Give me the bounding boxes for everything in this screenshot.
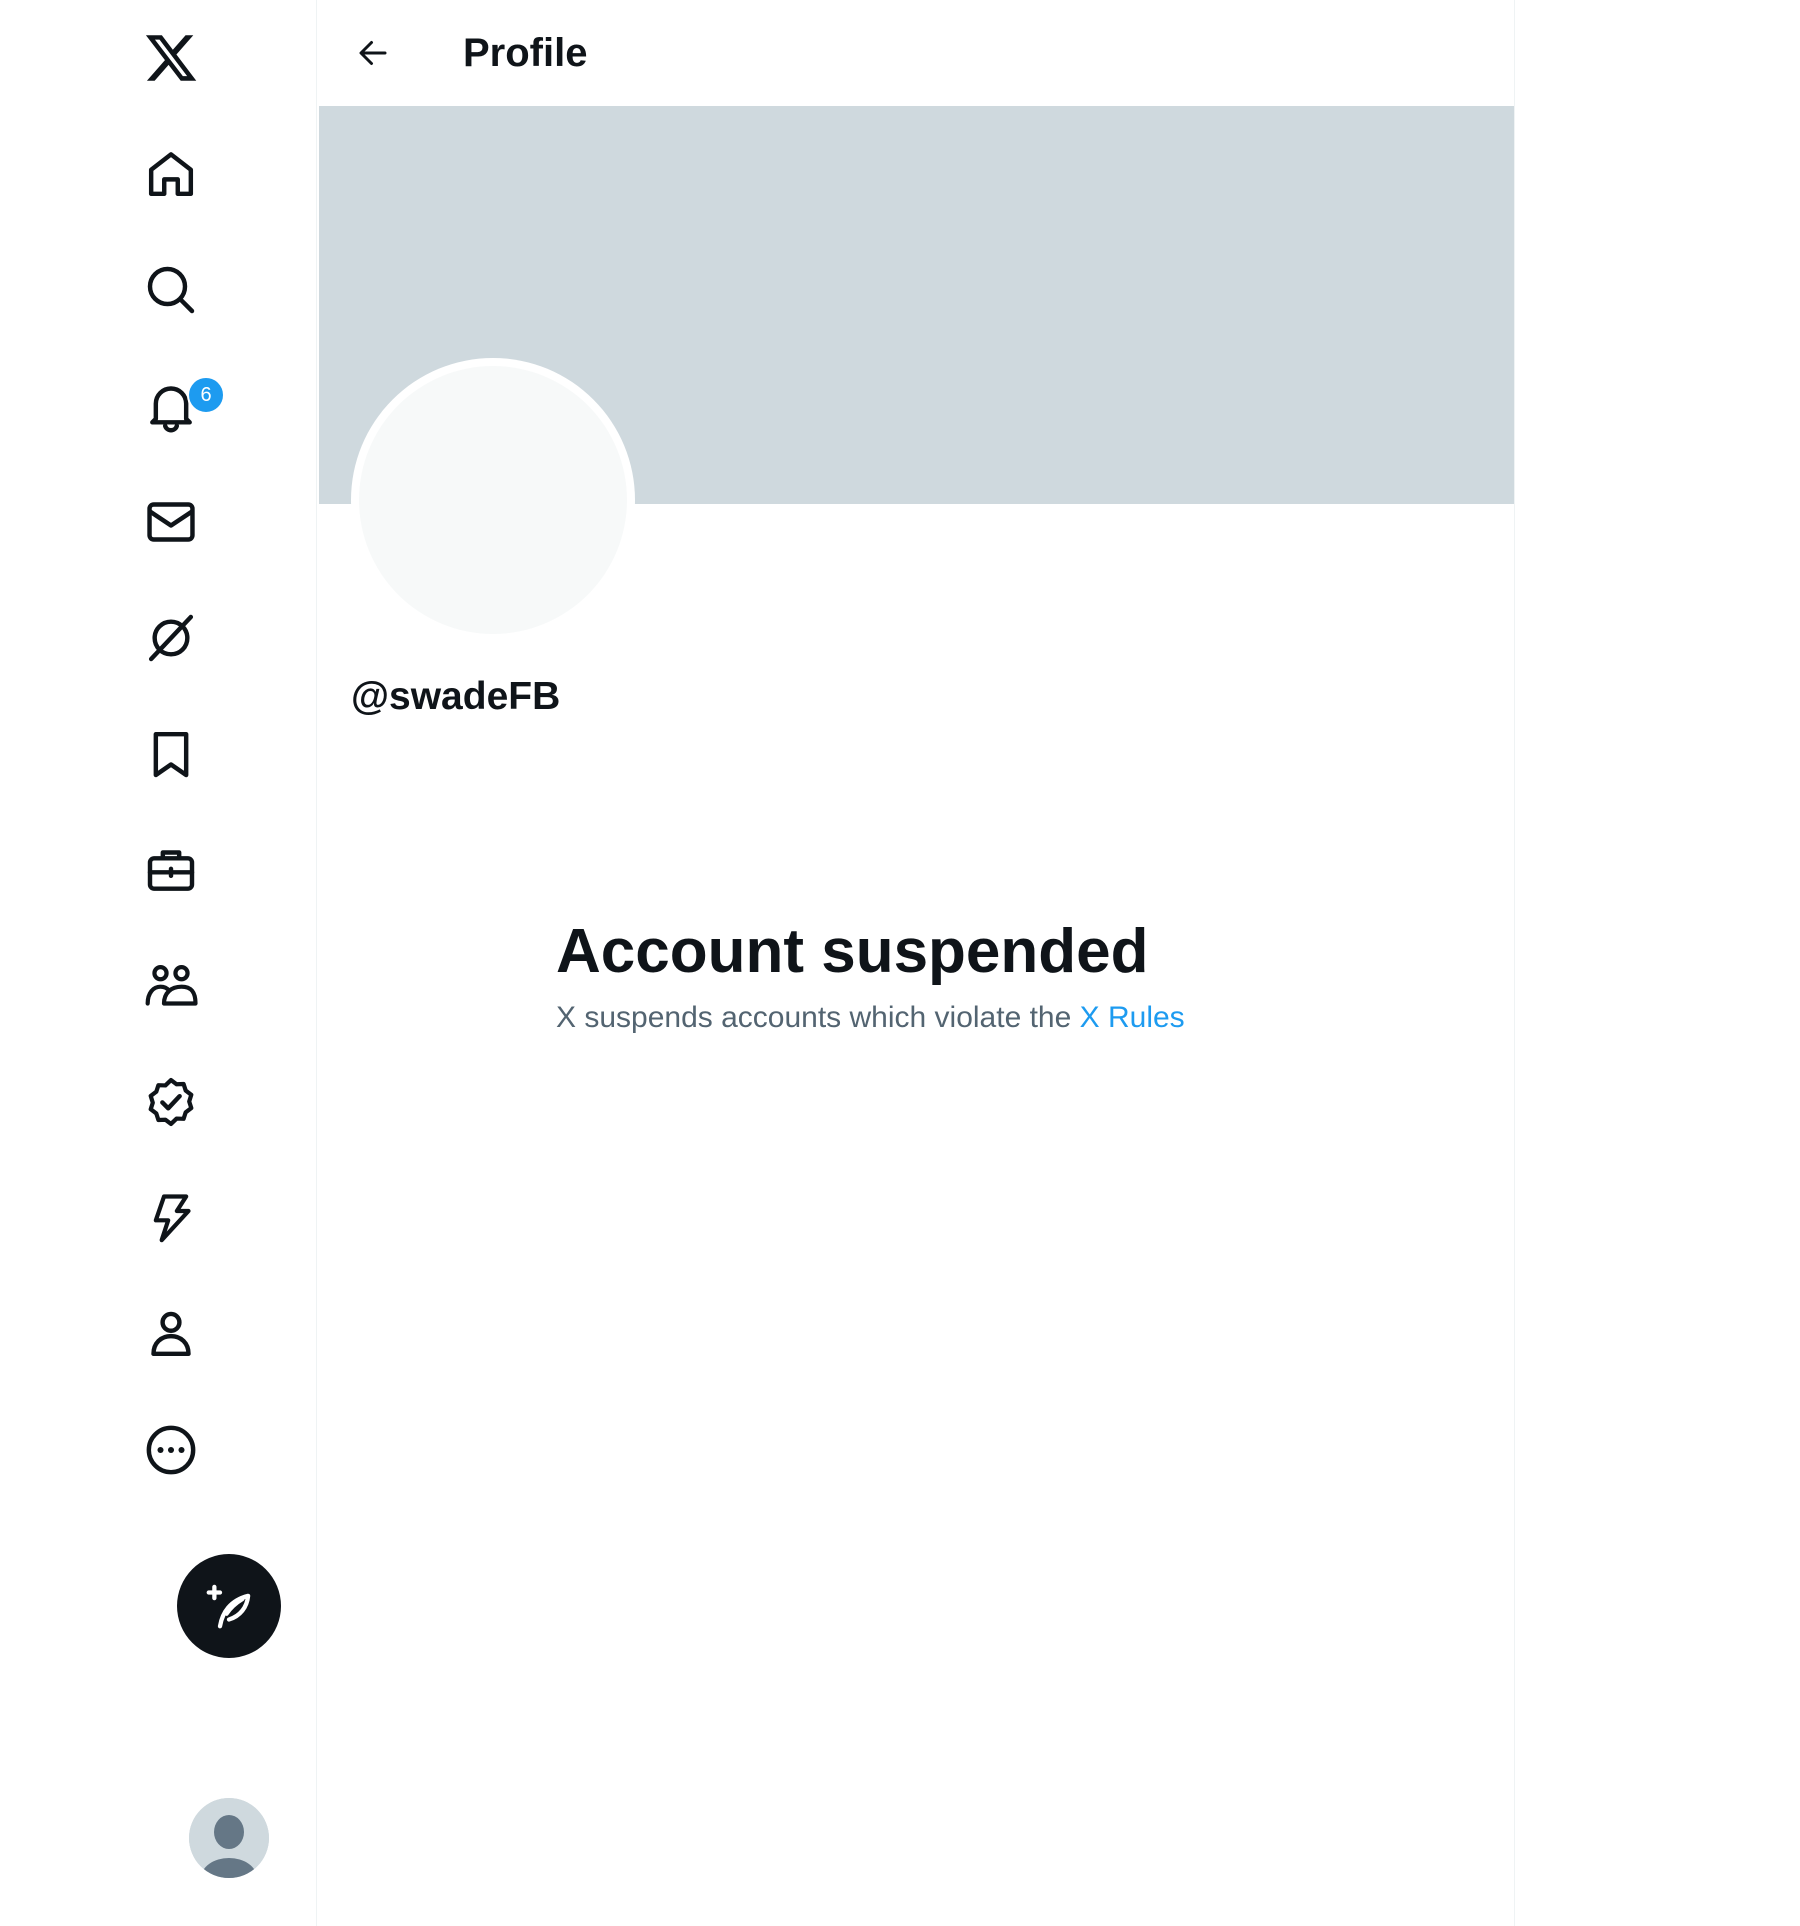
suspension-notice: Account suspended X suspends accounts wh… — [556, 912, 1276, 1038]
verified-icon — [148, 1077, 194, 1127]
sidebar-item-premium[interactable] — [113, 1044, 229, 1160]
sidebar-item-notifications[interactable]: 6 — [113, 348, 229, 464]
x-logo-icon — [145, 35, 197, 81]
sidebar-item-verified-orgs[interactable] — [113, 1160, 229, 1276]
sidebar-nav: 6 — [0, 0, 317, 1926]
sidebar-item-communities[interactable] — [113, 928, 229, 1044]
sidebar-item-explore[interactable] — [113, 232, 229, 348]
compose-post-button[interactable] — [177, 1554, 281, 1658]
sidebar-item-grok[interactable] — [113, 580, 229, 696]
lightning-icon — [153, 1194, 191, 1243]
suspension-message: X suspends accounts which violate the X … — [556, 998, 1276, 1038]
notification-count-badge: 6 — [187, 376, 225, 414]
suspension-message-text: X suspends accounts which violate the — [556, 1001, 1080, 1034]
profile-header: Profile — [318, 0, 1514, 106]
grok-icon — [148, 614, 194, 662]
sidebar-item-more[interactable] — [113, 1392, 229, 1508]
communities-icon — [145, 965, 198, 1006]
home-icon — [148, 152, 194, 197]
bookmark-icon — [153, 731, 189, 778]
x-rules-link[interactable]: X Rules — [1080, 1001, 1185, 1034]
avatar-icon — [189, 1798, 269, 1878]
person-icon — [151, 1311, 191, 1357]
profile-avatar — [351, 358, 635, 642]
more-icon — [146, 1425, 196, 1475]
sidebar-item-profile[interactable] — [113, 1276, 229, 1392]
account-menu-avatar[interactable] — [189, 1798, 269, 1878]
back-button[interactable] — [342, 22, 404, 84]
feather-plus-icon — [206, 1584, 251, 1629]
page-title: Profile — [463, 31, 588, 75]
search-icon — [147, 266, 195, 314]
sidebar-item-messages[interactable] — [113, 464, 229, 580]
profile-avatar-placeholder — [359, 366, 627, 634]
sidebar-item-home[interactable] — [113, 116, 229, 232]
profile-handle: @swadeFB — [351, 675, 561, 718]
envelope-icon — [147, 502, 195, 542]
app-page: 6 Profile @swadeFB Account suspended X s… — [0, 0, 1800, 1926]
sidebar-item-jobs[interactable] — [113, 812, 229, 928]
arrow-left-icon — [359, 41, 387, 65]
suspension-title: Account suspended — [556, 917, 1149, 986]
profile-column: Profile @swadeFB Account suspended X sus… — [318, 0, 1515, 1926]
sidebar-item-bookmarks[interactable] — [113, 696, 229, 812]
x-logo-link[interactable] — [113, 0, 229, 116]
briefcase-icon — [147, 850, 195, 891]
